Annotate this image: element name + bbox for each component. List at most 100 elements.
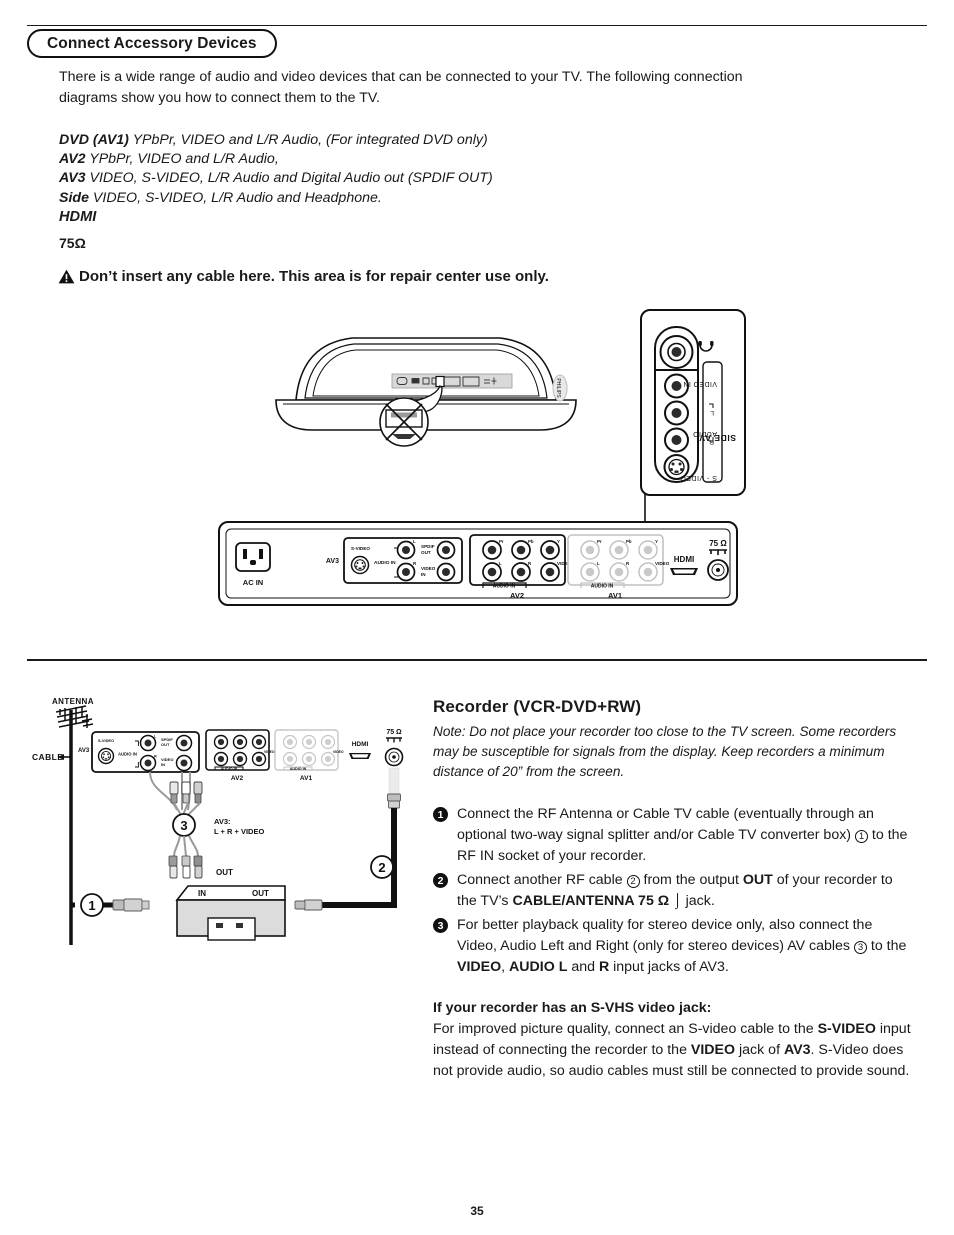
ac-in-label: AC IN bbox=[243, 578, 263, 587]
top-divider-rule bbox=[27, 25, 927, 26]
step-emphasis-audio-l: AUDIO L bbox=[509, 959, 568, 975]
page-number: 35 bbox=[470, 1204, 484, 1218]
svg-text:Pr: Pr bbox=[499, 539, 504, 544]
svhs-title-b: S-VHS bbox=[590, 1000, 635, 1016]
side-audio-l-jack bbox=[664, 400, 689, 426]
step-text-post: input jacks of AV3. bbox=[609, 959, 729, 975]
prohibited-area-icon bbox=[379, 397, 429, 447]
hdmi-label: HDMI bbox=[674, 555, 694, 564]
av3-spdif-label: SPDIF bbox=[421, 544, 435, 549]
svhs-title-c: video jack: bbox=[634, 1000, 712, 1016]
spec-row-dvd-av1: DVD (AV1) YPbPr, VIDEO and L/R Audio, (F… bbox=[59, 131, 799, 150]
recorder-note: Note: Do not place your recorder too clo… bbox=[433, 724, 897, 779]
side-audio-r-jack bbox=[664, 427, 689, 453]
repair-warning: Don’t insert any cable here. This area i… bbox=[58, 268, 818, 285]
ohm-jack-icon: ⌡ bbox=[669, 893, 682, 909]
recorder-step-2: 2 Connect another RF cable 2 from the ou… bbox=[433, 870, 913, 912]
side-label-video-in: VIDEO IN bbox=[683, 380, 717, 387]
step-text-pre: For better playback quality for stereo d… bbox=[457, 917, 873, 954]
callout-3-label: 3 bbox=[180, 818, 187, 833]
recorder-out-label: OUT bbox=[252, 889, 269, 898]
spec-row-hdmi: HDMI bbox=[59, 208, 97, 225]
recorder-step-3: 3 For better playback quality for stereo… bbox=[433, 915, 913, 978]
inline-callout-2: 2 bbox=[626, 875, 640, 889]
spec-row-av2: AV2 YPbPr, VIDEO and L/R Audio, bbox=[59, 150, 799, 169]
spec-row-side: Side VIDEO, S-VIDEO, L/R Audio and Headp… bbox=[59, 189, 799, 208]
step-text: Connect another RF cable 2 from the outp… bbox=[457, 870, 913, 912]
svg-text:R: R bbox=[154, 755, 157, 759]
svg-text:OUT: OUT bbox=[421, 550, 431, 555]
warning-triangle-icon bbox=[58, 269, 75, 284]
mini-audio-in-label: AUDIO IN bbox=[118, 752, 137, 757]
svhs-title-a: If your recorder has an bbox=[433, 1000, 591, 1016]
intro-paragraph: There is a wide range of audio and video… bbox=[59, 69, 743, 106]
callout-1-label: 1 bbox=[88, 898, 95, 913]
step-text-pre: Connect another RF cable bbox=[457, 872, 627, 888]
rear-panel-mini: AV3 S-VIDEO AUDIO IN L R SPDIF OUT VIDEO… bbox=[78, 729, 404, 782]
av1-audio-in-label: AUDIO IN bbox=[591, 584, 614, 590]
step-text-pre: Connect the RF Antenna or Cable TV cable… bbox=[457, 806, 874, 843]
page-title-label: Connect Accessory Devices bbox=[47, 34, 257, 52]
av-cable-3: 3 AV3: L + R + VIDEO OUT bbox=[149, 771, 264, 879]
recorder-heading: Recorder (VCR-DVD+RW) bbox=[433, 697, 642, 716]
rear-connector-panel: AC IN AV3 S-VIDEO AUDIO IN L R SPDIF OUT… bbox=[218, 521, 738, 606]
step-bullet: 2 bbox=[433, 873, 448, 888]
rf-cable-1: 1 bbox=[71, 893, 150, 917]
av3-audio-in-label: AUDIO IN bbox=[374, 560, 396, 566]
side-label-side-av: SIDE AV bbox=[699, 433, 736, 443]
ohm-label: 75 Ω bbox=[709, 539, 727, 548]
mini-av3-label: AV3 bbox=[78, 748, 90, 754]
step-text: Connect the RF Antenna or Cable TV cable… bbox=[457, 804, 913, 867]
mini-av1-label: AV1 bbox=[300, 775, 313, 782]
step-emphasis-r: R bbox=[598, 959, 610, 975]
spec-desc: VIDEO, S-VIDEO, L/R Audio and Digital Au… bbox=[89, 170, 493, 187]
svg-text:Y: Y bbox=[557, 539, 560, 544]
recorder-in-label: IN bbox=[198, 889, 206, 898]
svg-text:L: L bbox=[499, 561, 502, 566]
svhs-p1: For improved picture quality, connect an… bbox=[433, 1021, 818, 1037]
svg-text:VIDEO: VIDEO bbox=[333, 750, 344, 754]
av3-svideo-jack bbox=[350, 555, 370, 575]
svg-text:Y: Y bbox=[655, 539, 658, 544]
step-bullet: 1 bbox=[433, 807, 448, 822]
side-label-audio-l: L bbox=[710, 409, 714, 416]
svg-text:IN: IN bbox=[161, 762, 165, 767]
recorder-device: IN OUT bbox=[175, 885, 286, 941]
av3-block: AV3 S-VIDEO AUDIO IN L R SPDIF OUT VIDEO… bbox=[326, 537, 463, 584]
mini-hdmi-connector: HDMI bbox=[349, 741, 371, 759]
svg-text:IN: IN bbox=[421, 572, 426, 577]
av1-label: AV1 bbox=[608, 591, 622, 600]
section-divider-rule bbox=[27, 659, 927, 661]
antenna-label: ANTENNA bbox=[52, 697, 94, 706]
side-av-panel: VIDEO IN AUDIO L R S - VIDEO SIDE AV bbox=[640, 309, 746, 496]
side-headphone-jack bbox=[659, 335, 694, 369]
step-emphasis-cable-antenna: CABLE/ANTENNA 75 Ω bbox=[512, 893, 670, 909]
repair-warning-text: Don’t insert any cable here. This area i… bbox=[79, 268, 549, 285]
svg-text:VIDEO: VIDEO bbox=[264, 750, 275, 754]
av3-video-in-label: VIDEO bbox=[421, 566, 436, 571]
tv-body-illustration: PHILIPS bbox=[275, 337, 577, 447]
svg-text:AUDIO IN: AUDIO IN bbox=[290, 767, 307, 771]
page-title: Connect Accessory Devices bbox=[27, 29, 277, 58]
step-emphasis-out: OUT bbox=[742, 872, 773, 888]
svg-text:Pr: Pr bbox=[597, 539, 602, 544]
svhs-section: If your recorder has an S-VHS video jack… bbox=[433, 998, 913, 1082]
side-label-svideo: S - VIDEO bbox=[680, 474, 717, 481]
mini-av2-block: VIDEO AUDIO IN AV2 bbox=[205, 729, 275, 782]
step-bullet: 3 bbox=[433, 918, 448, 933]
av2-audio-in-label: AUDIO IN bbox=[493, 584, 516, 590]
mini-svideo-jack bbox=[97, 747, 115, 765]
spec-desc: YPbPr, VIDEO and L/R Audio, (For integra… bbox=[132, 132, 488, 148]
svg-text:VIDEO: VIDEO bbox=[655, 561, 670, 566]
svg-text:Pb: Pb bbox=[626, 539, 632, 544]
spec-term: DVD (AV1) bbox=[59, 132, 129, 148]
inline-callout-1: 1 bbox=[854, 830, 868, 844]
mini-antenna-75ohm: 75 Ω bbox=[384, 729, 404, 767]
svhs-emphasis-video: VIDEO bbox=[690, 1042, 736, 1058]
connector-spec-list: DVD (AV1) YPbPr, VIDEO and L/R Audio, (F… bbox=[59, 131, 799, 253]
av2-label: AV2 bbox=[510, 591, 524, 600]
svhs-body: For improved picture quality, connect an… bbox=[433, 1019, 913, 1082]
spec-row-ohm: 75Ω bbox=[59, 235, 86, 252]
av3-spdif-out-jack bbox=[436, 540, 456, 560]
recorder-step-1: 1 Connect the RF Antenna or Cable TV cab… bbox=[433, 804, 913, 867]
